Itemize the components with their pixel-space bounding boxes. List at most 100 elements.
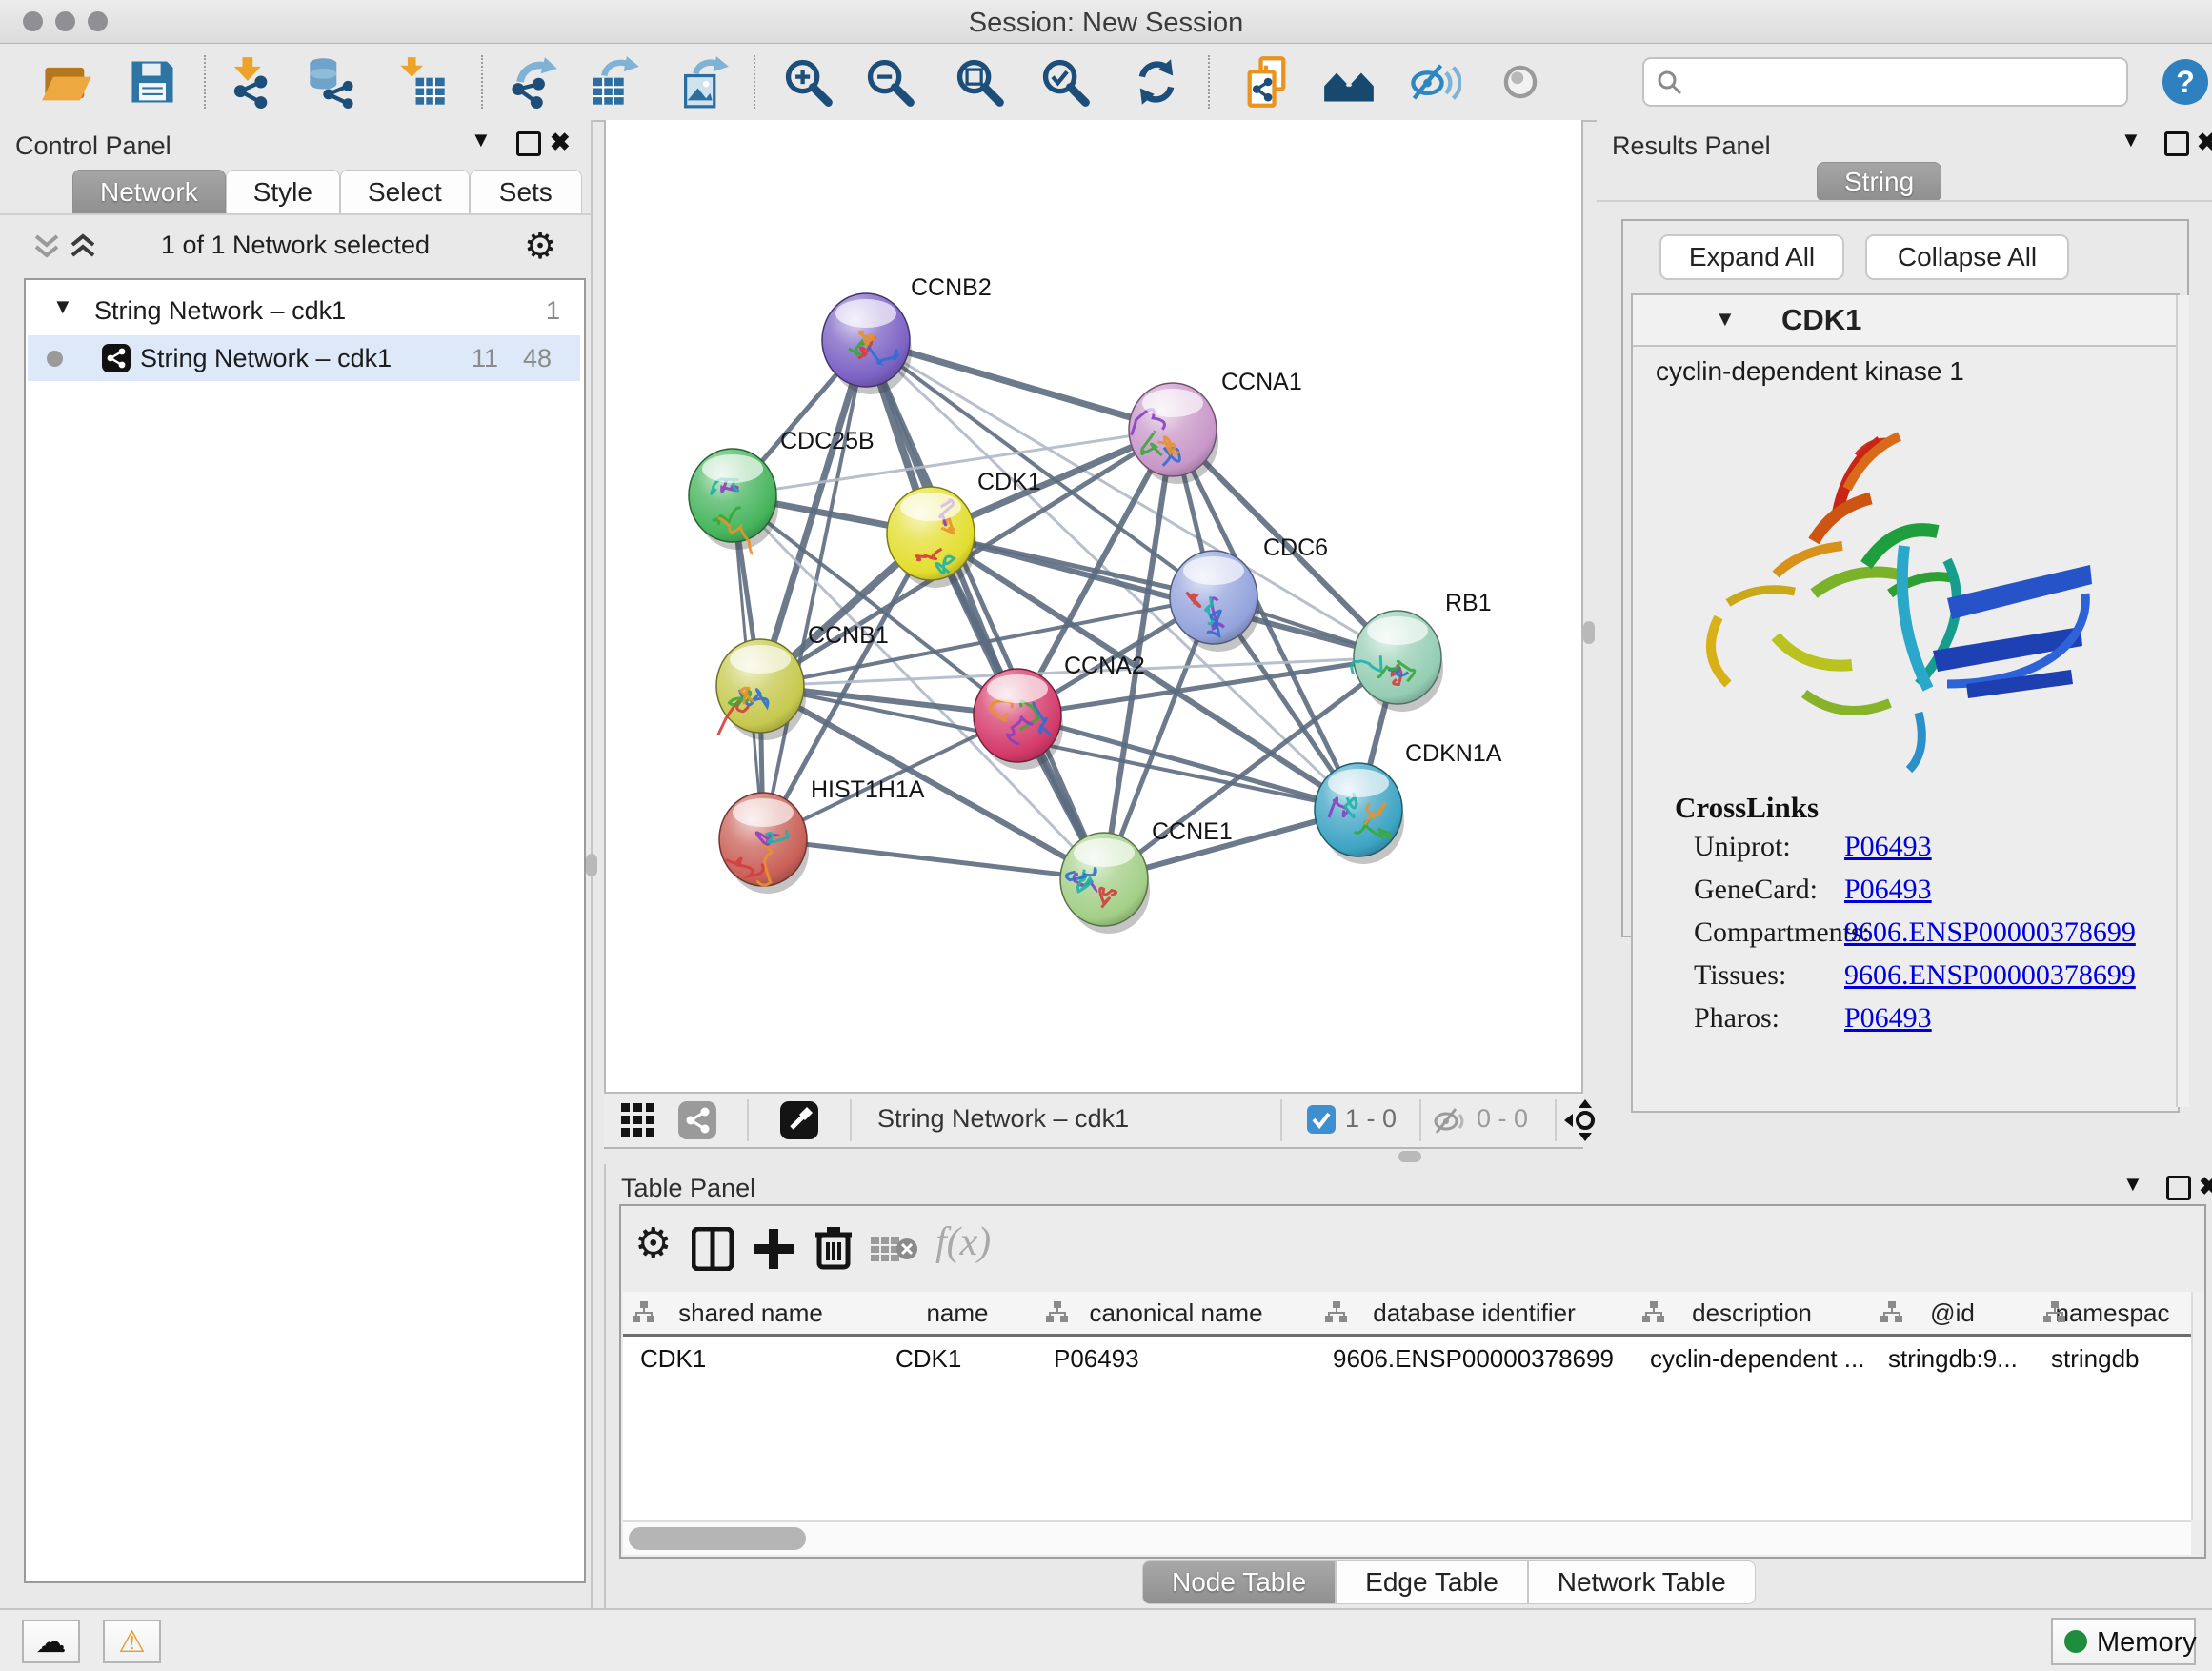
zoom-in-icon[interactable]	[781, 55, 835, 109]
network-canvas[interactable]: CCNB2CCNA1CDC25BCDK1CDC6RB1CCNB1CCNA2CDK…	[604, 120, 1583, 1092]
float-panel-icon[interactable]	[2166, 1176, 2191, 1200]
results-scrollbar[interactable]	[2176, 295, 2189, 1107]
table-cell[interactable]: cyclin-dependent ...	[1633, 1337, 1871, 1380]
float-panel-icon[interactable]	[516, 131, 541, 156]
import-database-icon[interactable]	[306, 55, 359, 109]
crosslink-value-link[interactable]: 9606.ENSP00000378699	[1844, 916, 2136, 949]
export-image-icon[interactable]	[677, 55, 731, 109]
close-panel-icon[interactable]: ✖	[2199, 1172, 2212, 1201]
network-node-ccna2[interactable]	[974, 669, 1063, 770]
add-column-icon[interactable]	[753, 1227, 794, 1271]
close-panel-icon[interactable]: ✖	[2197, 128, 2212, 157]
refresh-icon[interactable]	[1130, 55, 1183, 109]
tab-edge-table[interactable]: Edge Table	[1336, 1560, 1528, 1604]
horizontal-scrollbar[interactable]	[623, 1520, 2191, 1555]
column-header-canonical-name[interactable]: canonical name	[1036, 1292, 1317, 1334]
network-edge[interactable]	[763, 340, 866, 839]
right-splitter-handle[interactable]	[1583, 621, 1595, 644]
network-label: String Network – cdk1	[140, 335, 392, 381]
crosslink-value-link[interactable]: 9606.ENSP00000378699	[1844, 959, 2136, 992]
vertical-scrollbar[interactable]	[2191, 1292, 2204, 1520]
network-node-hist1h1a[interactable]	[719, 793, 809, 894]
network-node-cdc25b[interactable]	[689, 449, 778, 554]
table-cell[interactable]: CDK1	[878, 1337, 1036, 1380]
birds-eye-view-icon[interactable]	[780, 1101, 818, 1139]
panel-menu-icon[interactable]: ▼	[471, 128, 492, 152]
tab-network-table[interactable]: Network Table	[1528, 1560, 1756, 1604]
clone-network-icon[interactable]	[1240, 55, 1294, 109]
crosslink-value-link[interactable]: P06493	[1844, 1002, 1932, 1035]
network-node-ccnb2[interactable]	[822, 293, 912, 394]
network-node-ccna1[interactable]	[1129, 383, 1218, 484]
export-table-icon[interactable]	[588, 55, 641, 109]
network-thumbnail-icon[interactable]	[678, 1101, 716, 1139]
float-panel-icon[interactable]	[2164, 131, 2189, 156]
protein-section-header[interactable]: ▼ CDK1	[1633, 295, 2178, 347]
tab-select[interactable]: Select	[340, 170, 470, 215]
table-cell[interactable]: CDK1	[623, 1337, 878, 1380]
table-panel-splitter-handle[interactable]	[1398, 1151, 1421, 1162]
zoom-fit-icon[interactable]	[953, 55, 1006, 109]
network-node-rb1[interactable]	[1352, 611, 1443, 712]
grid-view-icon[interactable]	[621, 1103, 655, 1137]
hide-panel-eye-icon[interactable]	[1408, 55, 1461, 109]
table-row[interactable]: CDK1CDK1P064939606.ENSP00000378699cyclin…	[623, 1337, 2191, 1380]
expand-all-networks-icon[interactable]	[32, 231, 61, 261]
help-icon[interactable]: ?	[2161, 57, 2210, 107]
network-node-cdc6[interactable]	[1170, 551, 1259, 652]
show-columns-icon[interactable]	[692, 1227, 734, 1271]
crosslink-value-link[interactable]: P06493	[1844, 874, 1932, 906]
import-table-icon[interactable]	[395, 55, 449, 109]
column-header-database-identifier[interactable]: database identifier	[1316, 1292, 1635, 1334]
search-input[interactable]	[1642, 57, 2128, 107]
network-node-ccnb1[interactable]	[716, 639, 806, 740]
left-splitter-handle[interactable]	[586, 854, 597, 876]
open-session-icon[interactable]	[40, 55, 93, 109]
network-collection-row[interactable]: ▼ String Network – cdk1 1	[26, 288, 580, 333]
network-node-ccne1[interactable]	[1060, 833, 1150, 934]
export-network-icon[interactable]	[506, 55, 559, 109]
network-options-gear-icon[interactable]: ⚙	[524, 225, 556, 268]
column-header-description[interactable]: description	[1633, 1292, 1873, 1334]
save-session-icon[interactable]	[126, 55, 179, 109]
panel-menu-icon[interactable]: ▼	[2122, 1172, 2143, 1197]
column-header-name[interactable]: name	[878, 1292, 1038, 1334]
network-graph[interactable]: CCNB2CCNA1CDC25BCDK1CDC6RB1CCNB1CCNA2CDK…	[606, 120, 1585, 1092]
delete-column-trash-icon[interactable]	[814, 1225, 854, 1271]
tab-sets[interactable]: Sets	[470, 170, 582, 215]
network-edge[interactable]	[763, 839, 1104, 879]
column-header--id[interactable]: @id	[1871, 1292, 2036, 1334]
panel-menu-icon[interactable]: ▼	[2121, 128, 2142, 152]
tab-style[interactable]: Style	[226, 170, 340, 215]
collapse-collection-icon[interactable]: ▼	[52, 284, 73, 330]
collapse-section-icon[interactable]: ▼	[1715, 307, 1736, 332]
crosslink-value-link[interactable]: P06493	[1844, 831, 1932, 863]
zoom-selected-icon[interactable]	[1038, 55, 1092, 109]
table-cell[interactable]: stringdb:9...	[1871, 1337, 2034, 1380]
table-cell[interactable]: 9606.ENSP00000378699	[1316, 1337, 1633, 1380]
column-header-shared-name[interactable]: shared name	[623, 1292, 880, 1334]
horizontal-scrollbar-thumb[interactable]	[629, 1527, 806, 1550]
cloud-status-button[interactable]: ☁	[22, 1620, 80, 1663]
zoom-out-icon[interactable]	[863, 55, 916, 109]
tab-network[interactable]: Network	[72, 170, 226, 215]
table-cell[interactable]: stringdb	[2034, 1337, 2191, 1380]
tab-string[interactable]: String	[1817, 162, 1941, 202]
home-networks-icon[interactable]	[1322, 55, 1376, 109]
network-row-selected[interactable]: String Network – cdk1 11 48	[28, 335, 580, 381]
memory-button[interactable]: Memory	[2051, 1618, 2196, 1665]
collapse-all-button[interactable]: Collapse All	[1865, 234, 2069, 280]
collapse-all-networks-icon[interactable]	[69, 231, 97, 261]
selected-checkbox-icon[interactable]	[1307, 1105, 1336, 1134]
warning-button[interactable]: ⚠	[103, 1620, 161, 1663]
network-node-cdk1[interactable]	[887, 487, 976, 588]
table-settings-gear-icon[interactable]: ⚙	[634, 1219, 672, 1268]
show-panel-eye-icon[interactable]	[1494, 55, 1547, 109]
column-header-namespac[interactable]: namespac	[2034, 1292, 2193, 1334]
network-node-cdkn1a[interactable]	[1315, 763, 1404, 864]
close-panel-icon[interactable]: ✖	[550, 128, 571, 157]
table-cell[interactable]: P06493	[1036, 1337, 1316, 1380]
expand-all-button[interactable]: Expand All	[1659, 234, 1844, 280]
import-network-icon[interactable]	[223, 55, 276, 109]
tab-node-table[interactable]: Node Table	[1142, 1560, 1336, 1604]
